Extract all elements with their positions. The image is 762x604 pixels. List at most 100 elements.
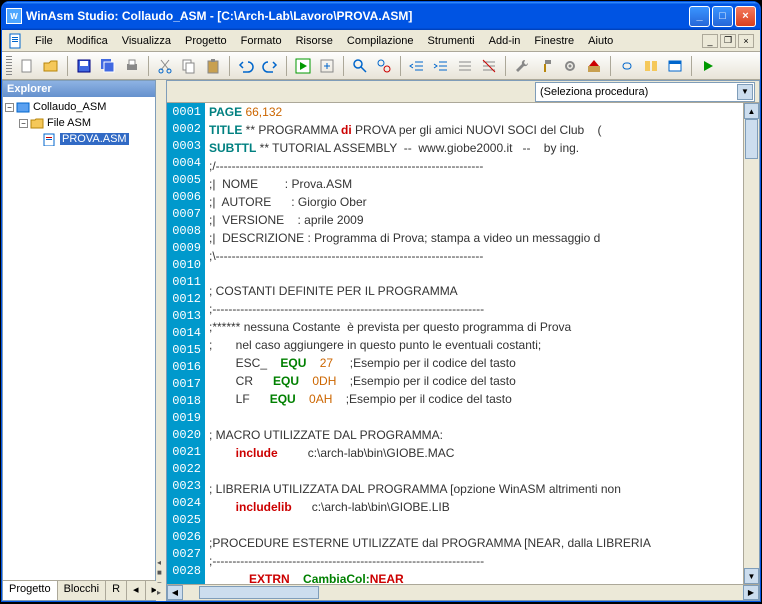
play-button[interactable] — [697, 55, 719, 77]
separator — [400, 56, 401, 76]
scroll-thumb[interactable] — [745, 119, 758, 159]
scroll-right-icon[interactable]: ▶ — [743, 585, 759, 600]
menubar: File Modifica Visualizza Progetto Format… — [2, 30, 760, 52]
run-button[interactable] — [292, 55, 314, 77]
explorer-panel: Explorer − Collaudo_ASM − File ASM PROVA… — [2, 80, 156, 601]
code-text[interactable]: PAGE 66,132 TITLE ** PROGRAMMA di PROVA … — [205, 103, 743, 584]
scroll-up-icon[interactable]: ▲ — [744, 103, 759, 119]
body: Explorer − Collaudo_ASM − File ASM PROVA… — [2, 80, 760, 601]
print-button[interactable] — [121, 55, 143, 77]
separator — [691, 56, 692, 76]
menu-compilazione[interactable]: Compilazione — [340, 33, 421, 49]
hammer-button[interactable] — [535, 55, 557, 77]
chevron-down-icon[interactable]: ▼ — [737, 84, 753, 100]
tree-root-label: Collaudo_ASM — [33, 101, 106, 113]
combo-text: (Seleziona procedura) — [540, 86, 648, 98]
comment-button[interactable] — [454, 55, 476, 77]
scroll-down-icon[interactable]: ▼ — [744, 568, 759, 584]
new-button[interactable] — [16, 55, 38, 77]
menu-strumenti[interactable]: Strumenti — [421, 33, 482, 49]
splitter[interactable]: ◂ ■ − ▸ — [156, 80, 166, 601]
saveall-button[interactable] — [97, 55, 119, 77]
project-tree[interactable]: − Collaudo_ASM − File ASM PROVA.ASM — [3, 97, 155, 580]
split-right-icon[interactable]: ▸ — [157, 589, 165, 597]
separator — [148, 56, 149, 76]
minimize-button[interactable]: _ — [689, 6, 710, 27]
menu-file[interactable]: File — [28, 33, 60, 49]
find-button[interactable] — [349, 55, 371, 77]
tab-r[interactable]: R — [106, 581, 127, 600]
indent-button[interactable] — [430, 55, 452, 77]
cut-button[interactable] — [154, 55, 176, 77]
combo-row: (Seleziona procedura) ▼ — [167, 81, 759, 103]
menu-risorse[interactable]: Risorse — [289, 33, 340, 49]
redo-button[interactable] — [259, 55, 281, 77]
menu-formato[interactable]: Formato — [234, 33, 289, 49]
close-button[interactable]: × — [735, 6, 756, 27]
resource-button[interactable] — [640, 55, 662, 77]
collapse-icon[interactable]: − — [19, 119, 28, 128]
gear-button[interactable] — [559, 55, 581, 77]
mdi-restore-button[interactable]: ❐ — [720, 34, 736, 48]
mdi-controls: _ ❐ × — [702, 34, 758, 48]
scroll-left-icon[interactable]: ◀ — [167, 585, 183, 600]
menu-modifica[interactable]: Modifica — [60, 33, 115, 49]
collapse-icon[interactable]: − — [5, 103, 14, 112]
scroll-track[interactable] — [183, 585, 743, 600]
app-icon: W — [6, 8, 22, 24]
mdi-close-button[interactable]: × — [738, 34, 754, 48]
app-window: W WinAsm Studio: Collaudo_ASM - [C:\Arch… — [1, 1, 761, 602]
menu-progetto[interactable]: Progetto — [178, 33, 234, 49]
save-button[interactable] — [73, 55, 95, 77]
horizontal-scrollbar[interactable]: ◀ ▶ — [167, 584, 759, 600]
code-area[interactable]: 0001 0002 0003 0004 0005 0006 0007 0008 … — [167, 103, 759, 584]
wrench-button[interactable] — [511, 55, 533, 77]
explorer-tabs: Progetto Blocchi R ◂ ▸ — [3, 580, 155, 600]
vertical-scrollbar[interactable]: ▲ ▼ — [743, 103, 759, 584]
open-button[interactable] — [40, 55, 62, 77]
dialog-button[interactable] — [664, 55, 686, 77]
asm-file-icon — [43, 133, 57, 146]
split-minus-icon[interactable]: − — [157, 579, 165, 587]
menu-visualizza[interactable]: Visualizza — [115, 33, 178, 49]
uncomment-button[interactable] — [478, 55, 500, 77]
separator — [286, 56, 287, 76]
tree-folder-label: File ASM — [47, 117, 91, 129]
tab-scroll-left[interactable]: ◂ — [127, 581, 146, 600]
tab-progetto[interactable]: Progetto — [3, 581, 58, 600]
scroll-thumb[interactable] — [199, 586, 319, 599]
split-square-icon[interactable]: ■ — [157, 569, 165, 577]
tree-folder[interactable]: − File ASM — [5, 115, 153, 131]
link-button[interactable] — [616, 55, 638, 77]
build-button[interactable] — [583, 55, 605, 77]
replace-button[interactable] — [373, 55, 395, 77]
toolbar-grip[interactable] — [6, 56, 12, 76]
tab-blocchi[interactable]: Blocchi — [58, 581, 106, 600]
line-gutter: 0001 0002 0003 0004 0005 0006 0007 0008 … — [167, 103, 205, 584]
tree-file[interactable]: PROVA.ASM — [5, 131, 153, 147]
toolbar — [2, 52, 760, 80]
paste-button[interactable] — [202, 55, 224, 77]
separator — [505, 56, 506, 76]
menu-addin[interactable]: Add-in — [482, 33, 528, 49]
copy-button[interactable] — [178, 55, 200, 77]
tree-root[interactable]: − Collaudo_ASM — [5, 99, 153, 115]
separator — [229, 56, 230, 76]
menu-finestre[interactable]: Finestre — [527, 33, 581, 49]
titlebar[interactable]: W WinAsm Studio: Collaudo_ASM - [C:\Arch… — [2, 2, 760, 30]
maximize-button[interactable]: □ — [712, 6, 733, 27]
folder-icon — [30, 117, 44, 130]
window-title: WinAsm Studio: Collaudo_ASM - [C:\Arch-L… — [26, 9, 689, 23]
procedure-combo[interactable]: (Seleziona procedura) ▼ — [535, 82, 755, 102]
menu-aiuto[interactable]: Aiuto — [581, 33, 620, 49]
project-icon — [16, 101, 30, 114]
mdi-min-button[interactable]: _ — [702, 34, 718, 48]
undo-button[interactable] — [235, 55, 257, 77]
split-left-icon[interactable]: ◂ — [157, 559, 165, 567]
editor: (Seleziona procedura) ▼ 0001 0002 0003 0… — [166, 80, 760, 601]
tool-button[interactable] — [316, 55, 338, 77]
doc-icon — [8, 33, 24, 49]
outdent-button[interactable] — [406, 55, 428, 77]
window-controls: _ □ × — [689, 6, 756, 27]
explorer-header: Explorer — [3, 81, 155, 97]
